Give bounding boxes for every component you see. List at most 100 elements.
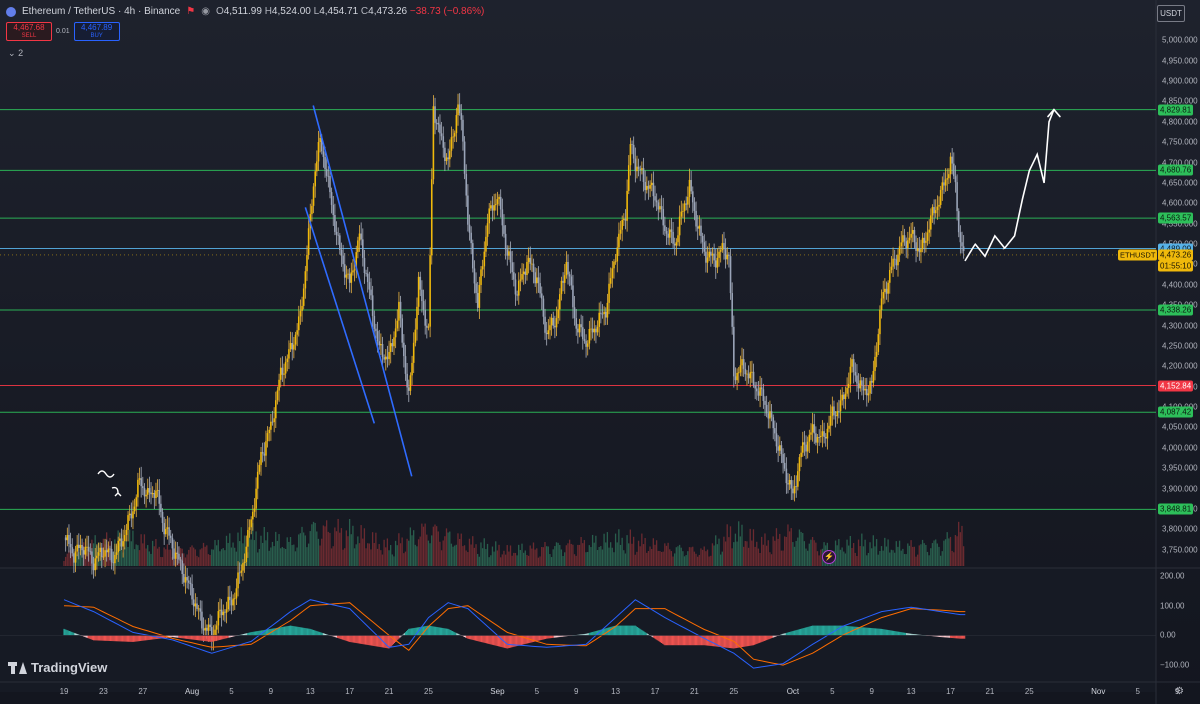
candle-body [168,527,170,536]
candle-body [485,236,487,252]
symbol-title[interactable]: Ethereum / TetherUS · 4h · Binance [22,6,180,17]
macd-histogram-bar [610,626,612,636]
macd-histogram-bar [187,635,189,639]
candle-body [866,388,868,396]
macd-histogram-bar [494,635,496,646]
macd-histogram-bar [636,627,639,636]
sell-button[interactable]: 4,467.68 SELL [6,22,52,41]
volume-bar [321,538,323,566]
candle-body [857,383,860,389]
candle-body [690,179,692,192]
candle-body [957,211,960,233]
lightning-icon[interactable]: ⚡ [822,550,836,564]
macd-histogram-bar [123,635,125,642]
macd-histogram-bar [766,635,768,641]
price-chart[interactable] [0,0,1200,704]
macd-histogram-bar [362,635,364,645]
volume-bar [353,548,356,566]
candle-body [619,229,622,234]
candle-body [483,251,486,267]
candle-body [572,285,574,308]
volume-bar [309,531,311,566]
candle-body [145,494,147,497]
volume-bar [726,524,728,566]
candle-body [923,237,926,243]
volume-bar [165,549,167,566]
volume-bar [421,523,423,566]
candle-body [186,577,188,581]
volume-bar [695,553,697,566]
macd-histogram-bar [360,635,362,644]
macd-histogram-bar [101,635,103,641]
candle-body [270,421,272,430]
macd-histogram-bar [876,628,878,636]
volume-bar [283,548,285,566]
macd-histogram-bar [269,629,271,636]
candle-body [511,262,513,273]
candle-body [506,249,509,256]
volume-bar [555,542,558,566]
volume-bar [160,556,162,566]
volume-bar [232,542,234,566]
macd-histogram-bar [655,635,657,640]
macd-histogram-bar [437,627,439,636]
macd-histogram-bar [621,625,623,636]
volume-bar [260,535,262,566]
macd-histogram-bar [830,625,832,636]
candle-body [297,316,300,331]
candle-body [897,254,899,266]
volume-bar [255,531,257,566]
candle-body [636,166,638,172]
buy-button[interactable]: 4,467.89 BUY [73,22,120,41]
volume-bar [664,543,666,566]
candle-body [422,301,425,310]
candle-body [933,207,935,214]
market-status-icon[interactable]: ◉ [201,6,210,17]
projection-path [964,108,1055,262]
volume-bar [147,545,149,566]
macd-histogram-bar [547,635,549,639]
candle-body [626,190,628,221]
tradingview-logo[interactable]: TradingView [8,660,107,675]
candle-body [806,441,809,452]
volume-bar [145,548,147,566]
macd-histogram-bar [98,635,100,641]
macd-histogram-bar [284,626,286,636]
time-tick-label: 25 [729,687,739,696]
macd-histogram-bar [713,635,715,647]
macd-histogram-bar [659,635,661,643]
macd-histogram-bar [755,635,757,645]
macd-histogram-bar [127,635,130,642]
macd-histogram-bar [208,635,211,642]
candle-body [366,273,369,283]
volume-bar [547,546,549,566]
volume-bar [565,545,567,566]
volume-bar [303,532,305,566]
macd-histogram-bar [720,635,722,648]
volume-bar [802,533,804,566]
macd-histogram-bar [369,635,371,646]
candle-body [334,214,336,232]
macd-histogram-bar [105,635,107,641]
macd-histogram-bar [609,627,611,636]
candle-body [877,334,880,352]
candle-body [851,359,853,367]
candle-body [907,240,909,249]
time-tick-label: 23 [98,687,108,696]
candle-body [498,196,500,200]
candle-body [265,441,267,456]
macd-histogram-bar [952,635,954,639]
macd-histogram-bar [144,635,146,641]
macd-histogram-bar [112,635,114,642]
candle-body [719,250,722,252]
gear-icon[interactable]: ⚙ [1175,686,1184,697]
candle-body [695,210,697,227]
candle-body [220,609,223,616]
candle-body [531,263,533,265]
flag-icon[interactable]: ⚑ [186,6,195,17]
volume-bar [646,552,648,566]
macd-histogram-bar [442,627,444,636]
macd-histogram-bar [205,635,207,642]
indicators-toggle[interactable]: ⌄ 2 [8,48,23,59]
volume-bar [434,524,436,566]
